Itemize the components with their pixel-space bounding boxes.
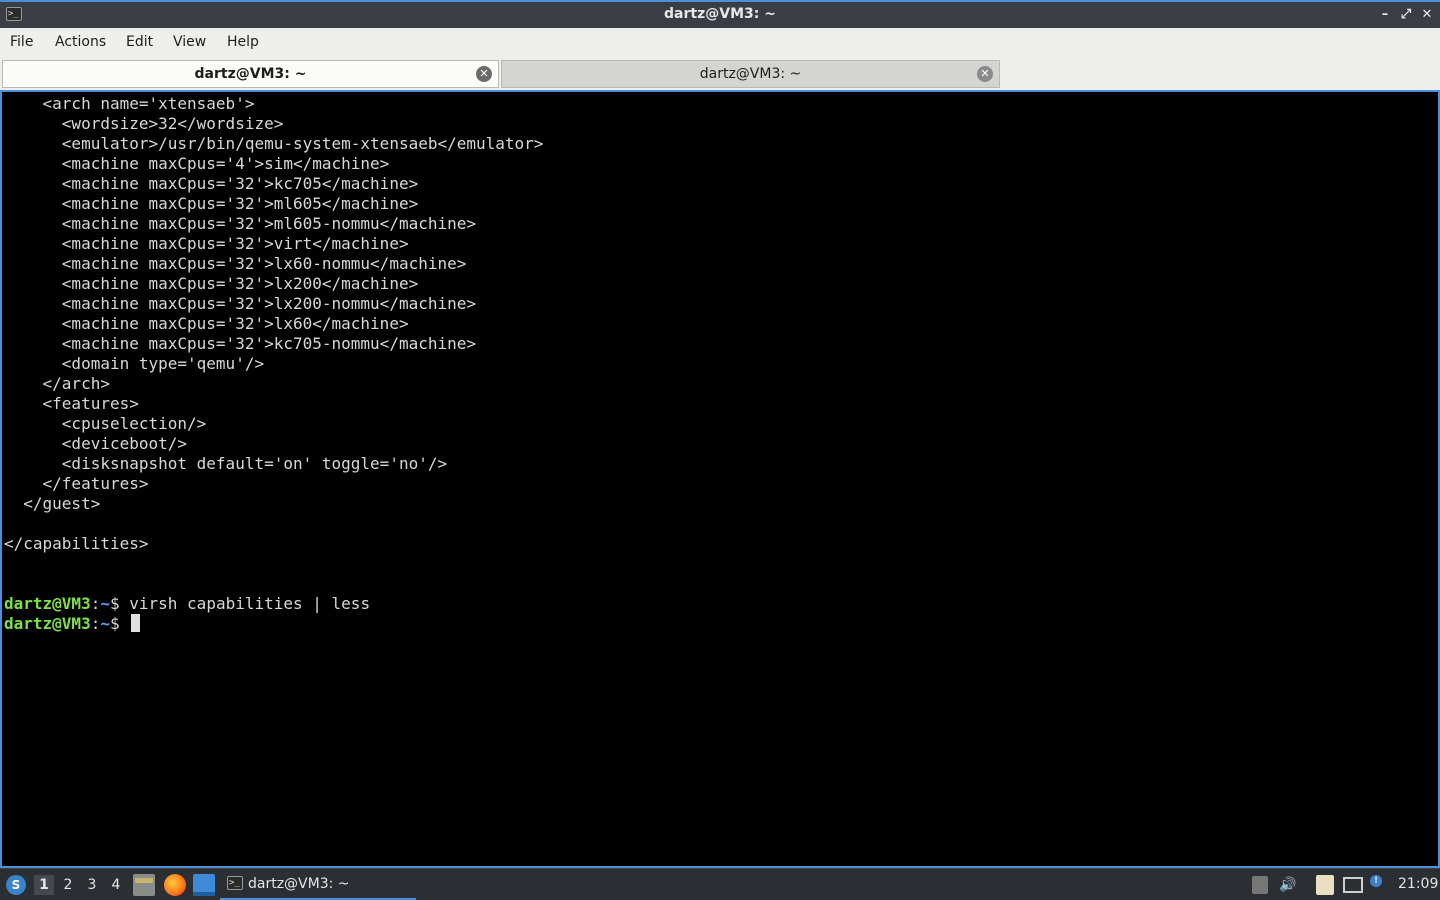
taskbar-task-terminal[interactable]: >_ dartz@VM3: ~ xyxy=(220,870,416,900)
terminal-input-line[interactable]: dartz@VM3:~$ xyxy=(4,614,141,634)
tab-terminal-2[interactable]: dartz@VM3: ~ ✕ xyxy=(501,60,1000,88)
terminal-line: <deviceboot/> xyxy=(4,434,188,453)
taskbar: S 1 2 3 4 >_ dartz@VM3: ~ 🔊 ! 21:09 xyxy=(0,868,1440,900)
menu-bar: File Actions Edit View Help xyxy=(0,28,1440,58)
show-desktop-icon[interactable] xyxy=(193,874,215,896)
clock[interactable]: 21:09 xyxy=(1398,876,1438,892)
workspace-1[interactable]: 1 xyxy=(34,875,54,895)
tab-label: dartz@VM3: ~ xyxy=(699,66,802,82)
terminal-line: <arch name='xtensaeb'> xyxy=(4,94,255,113)
terminal-prompt-line: dartz@VM3:~$ virsh capabilities | less xyxy=(4,594,370,614)
prompt-separator: : xyxy=(90,594,101,613)
text-cursor xyxy=(131,614,141,632)
terminal-line: <machine maxCpus='32'>lx200</machine> xyxy=(4,274,419,293)
window-titlebar: >_ dartz@VM3: ~ – ⤢ ✕ xyxy=(0,0,1440,28)
terminal-line: <machine maxCpus='32'>virt</machine> xyxy=(4,234,409,253)
prompt-separator: : xyxy=(90,614,101,633)
terminal-line: </guest> xyxy=(4,494,101,513)
menu-view[interactable]: View xyxy=(173,34,206,50)
terminal-line: <machine maxCpus='32'>lx200-nommu</machi… xyxy=(4,294,477,313)
menu-file[interactable]: File xyxy=(10,34,33,50)
terminal-view[interactable]: <arch name='xtensaeb'> <wordsize>32</wor… xyxy=(0,90,1440,868)
tab-bar: dartz@VM3: ~ ✕ dartz@VM3: ~ ✕ xyxy=(0,58,1440,90)
terminal-line: <machine maxCpus='32'>ml605-nommu</machi… xyxy=(4,214,477,233)
volume-icon[interactable]: 🔊 xyxy=(1278,875,1298,895)
terminal-line: <emulator>/usr/bin/qemu-system-xtensaeb<… xyxy=(4,134,544,153)
workspace-4[interactable]: 4 xyxy=(106,875,126,895)
terminal-line: </features> xyxy=(4,474,149,493)
tab-close-icon[interactable]: ✕ xyxy=(476,66,492,82)
notification-badge-icon[interactable]: ! xyxy=(1370,875,1382,887)
command-text: virsh capabilities | less xyxy=(129,594,371,613)
prompt-user: dartz@VM3 xyxy=(4,614,91,633)
window-title: dartz@VM3: ~ xyxy=(664,6,776,22)
maximize-button[interactable]: ⤢ xyxy=(1397,6,1415,24)
network-icon[interactable] xyxy=(1343,877,1363,893)
menu-help[interactable]: Help xyxy=(227,34,259,50)
terminal-line: </arch> xyxy=(4,374,110,393)
tab-label: dartz@VM3: ~ xyxy=(194,66,307,82)
terminal-line: <disksnapshot default='on' toggle='no'/> xyxy=(4,454,448,473)
firefox-icon[interactable] xyxy=(164,874,186,896)
terminal-line: <machine maxCpus='32'>lx60</machine> xyxy=(4,314,409,333)
terminal-line: <machine maxCpus='32'>kc705-nommu</machi… xyxy=(4,334,477,353)
terminal-line: <domain type='qemu'/> xyxy=(4,354,265,373)
clipboard-icon[interactable] xyxy=(1316,875,1334,895)
prompt-user: dartz@VM3 xyxy=(4,594,91,613)
workspace-3[interactable]: 3 xyxy=(82,875,102,895)
prompt-path: ~ xyxy=(100,614,110,633)
start-menu-icon[interactable]: S xyxy=(6,875,26,895)
terminal-line: <cpuselection/> xyxy=(4,414,207,433)
terminal-line: <wordsize>32</wordsize> xyxy=(4,114,284,133)
prompt-symbol: $ xyxy=(109,614,130,633)
minimize-button[interactable]: – xyxy=(1376,6,1394,24)
terminal-task-icon: >_ xyxy=(227,876,243,890)
terminal-line: <machine maxCpus='32'>lx60-nommu</machin… xyxy=(4,254,467,273)
menu-edit[interactable]: Edit xyxy=(126,34,153,50)
tab-close-icon[interactable]: ✕ xyxy=(977,66,993,82)
tray-update-icon[interactable] xyxy=(1252,876,1268,894)
prompt-path: ~ xyxy=(100,594,110,613)
terminal-line: <machine maxCpus='32'>kc705</machine> xyxy=(4,174,419,193)
terminal-line: <machine maxCpus='4'>sim</machine> xyxy=(4,154,390,173)
tab-terminal-1[interactable]: dartz@VM3: ~ ✕ xyxy=(2,60,499,88)
close-window-button[interactable]: ✕ xyxy=(1418,6,1436,24)
terminal-line: </capabilities> xyxy=(4,534,149,553)
prompt-symbol: $ xyxy=(109,594,130,613)
terminal-line: <features> xyxy=(4,394,139,413)
file-manager-icon[interactable] xyxy=(133,874,155,896)
terminal-line: <machine maxCpus='32'>ml605</machine> xyxy=(4,194,419,213)
workspace-2[interactable]: 2 xyxy=(58,875,78,895)
task-label: dartz@VM3: ~ xyxy=(248,876,350,892)
menu-actions[interactable]: Actions xyxy=(55,34,106,50)
